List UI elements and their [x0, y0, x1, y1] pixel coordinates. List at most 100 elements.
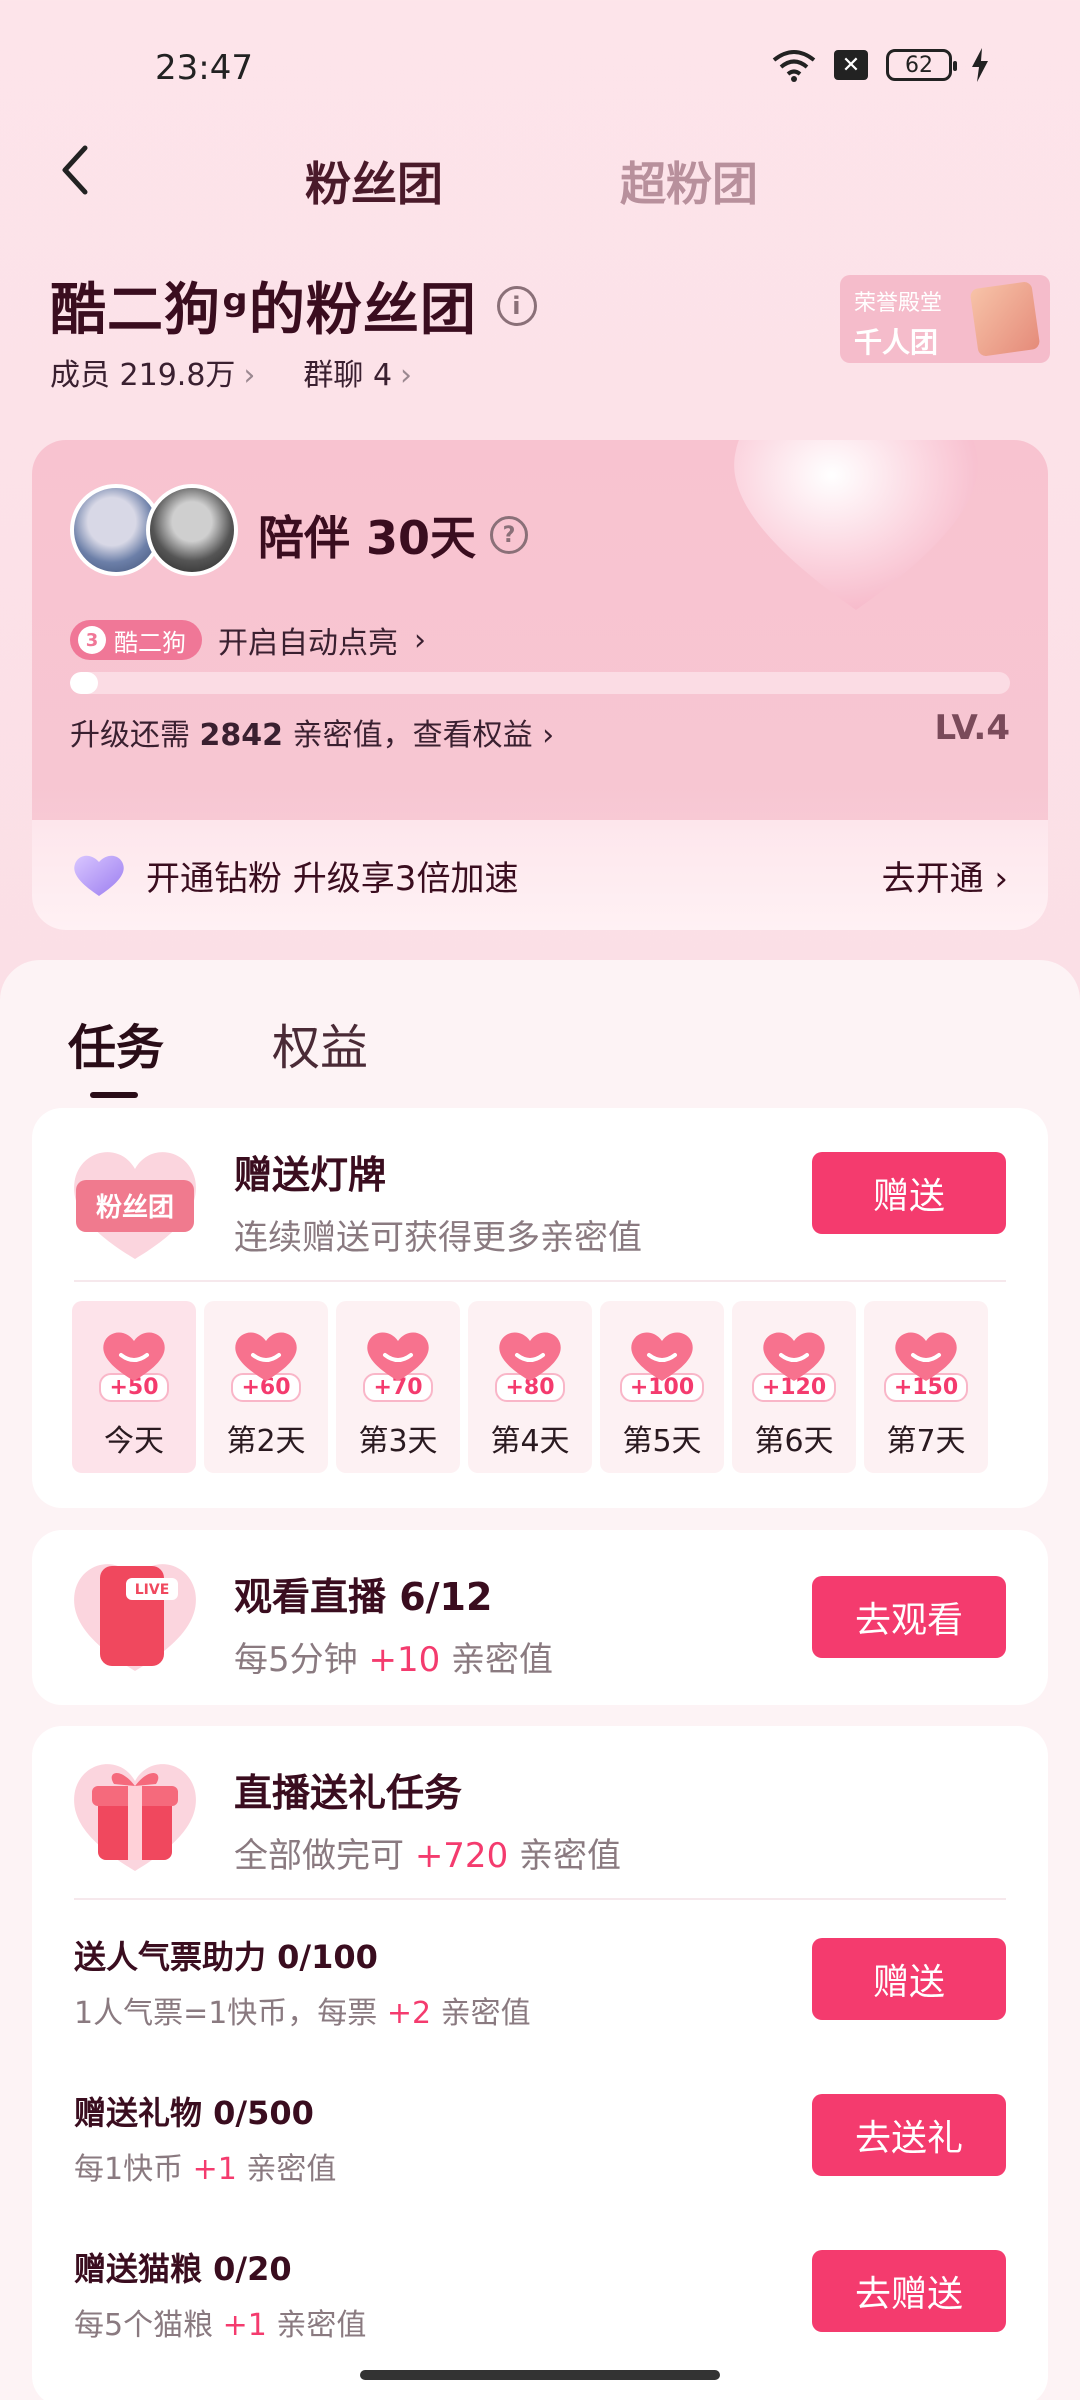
badge-text: 粉丝团	[96, 1193, 174, 1223]
level-progress-fill	[70, 672, 99, 694]
send-catfood-button[interactable]: 去赠送	[812, 2250, 1006, 2332]
chevron-right-icon: ›	[542, 718, 555, 753]
streak-day: +100 第5天	[600, 1301, 724, 1473]
divider	[74, 1280, 1006, 1282]
desc-prefix: 每5分钟	[234, 1640, 369, 1680]
task-desc: 全部做完可 +720 亲密值	[234, 1828, 621, 1877]
diamond-text: 开通钻粉 升级享3倍加速	[146, 858, 519, 899]
medal-icon	[969, 281, 1041, 357]
desc-prefix: 每5个猫粮	[74, 2308, 223, 2343]
diamond-heart-icon	[74, 855, 124, 896]
streak-day: +150 第7天	[864, 1301, 988, 1473]
auto-light-link: 开启自动点亮	[218, 626, 398, 661]
open-diamond-label: 去开通	[881, 858, 984, 899]
back-icon[interactable]	[55, 140, 95, 200]
send-gift-button[interactable]: 去送礼	[812, 2094, 1006, 2176]
desc-suffix: 亲密值	[508, 1836, 622, 1876]
heart-icon	[367, 1332, 429, 1381]
fan-group-badge-icon: 粉丝团	[74, 1152, 196, 1259]
live-badge-text: LIVE	[135, 1582, 170, 1598]
desc-suffix: 亲密值	[236, 2152, 337, 2187]
page-title: 酷二狗ᵍ的粉丝团 i	[50, 265, 537, 346]
desc-prefix: 1人气票=1快币，每票	[74, 1996, 387, 2031]
streak-day: +50 今天	[72, 1301, 196, 1473]
chevron-right-icon: ›	[414, 622, 426, 658]
desc-prefix: 全部做完可	[234, 1836, 415, 1876]
status-icons: ✕ 62	[772, 48, 990, 82]
members-link[interactable]: 成员 219.8万 ›	[50, 350, 255, 394]
desc-value: +1	[192, 2152, 237, 2187]
task-desc: 每5分钟 +10 亲密值	[234, 1632, 553, 1681]
chat-link[interactable]: 群聊 4 ›	[303, 350, 412, 394]
day-label: 第5天	[622, 1424, 702, 1459]
status-time: 23:47	[155, 48, 253, 88]
companion-days-value: 30	[366, 511, 431, 565]
tab-super-fans[interactable]: 超粉团	[620, 148, 758, 214]
streak-days: +50 今天 +60 第2天 +70 第3天 +80 第4天 +100 第5天 +120 第6天 +15…	[72, 1301, 988, 1473]
upgrade-link[interactable]: 升级还需 2842 亲密值，查看权益 ›	[70, 710, 554, 754]
subtask-desc: 每5个猫粮 +1 亲密值	[74, 2300, 366, 2344]
task-tabs: 任务 权益	[68, 1008, 368, 1098]
day-label: 第6天	[754, 1424, 834, 1459]
subtask-title: 送人气票助力 0/100	[74, 1938, 378, 1976]
desc-suffix: 亲密值	[431, 1996, 531, 2031]
honor-hall-badge[interactable]: 荣誉殿堂 千人团	[840, 275, 1050, 363]
heart-icon	[235, 1332, 297, 1381]
group-stats: 成员 219.8万 › 群聊 4 ›	[50, 350, 412, 394]
battery-icon: 62	[886, 49, 957, 81]
watch-live-button[interactable]: 去观看	[812, 1576, 1006, 1658]
send-lamp-button[interactable]: 赠送	[812, 1152, 1006, 1234]
task-title: 赠送灯牌	[234, 1153, 387, 1197]
desc-suffix: 亲密值	[266, 2308, 367, 2343]
divider	[74, 1898, 1006, 1900]
day-label: 第4天	[490, 1424, 570, 1459]
upgrade-prefix: 升级还需	[70, 718, 200, 753]
desc-value: +2	[386, 1996, 432, 2031]
fan-lamp-tag: 3 酷二狗	[70, 620, 202, 660]
subtask-desc: 1人气票=1快币，每票 +2 亲密值	[74, 1988, 531, 2032]
diamond-fan-banner[interactable]: 开通钻粉 升级享3倍加速 去开通 ›	[32, 820, 1048, 930]
streak-day: +80 第4天	[468, 1301, 592, 1473]
heart-decoration-icon	[734, 440, 978, 610]
companion-days-unit: 天	[430, 511, 477, 565]
heart-icon	[103, 1332, 165, 1381]
task-title: 观看直播 6/12	[234, 1575, 493, 1619]
avatar[interactable]	[146, 484, 238, 576]
desc-value: +1	[222, 2308, 267, 2343]
battery-level: 62	[905, 52, 933, 78]
task-send-lamp: 粉丝团 赠送灯牌 连续赠送可获得更多亲密值 赠送 +50 今天 +60 第2天 +70 第…	[32, 1108, 1048, 1508]
group-title: 酷二狗ᵍ的粉丝团	[50, 278, 477, 343]
tab-fans-group[interactable]: 粉丝团	[305, 148, 443, 214]
streak-day: +60 第2天	[204, 1301, 328, 1473]
send-vote-button[interactable]: 赠送	[812, 1938, 1006, 2020]
info-icon[interactable]: i	[496, 285, 537, 326]
day-label: 第2天	[226, 1424, 306, 1459]
members-count: 成员 219.8万	[50, 358, 236, 393]
lamp-level: 3	[78, 626, 106, 654]
day-label: 第3天	[358, 1424, 438, 1459]
home-indicator[interactable]	[360, 2370, 720, 2380]
live-phone-icon: LIVE	[74, 1564, 196, 1671]
lamp-row[interactable]: 3 酷二狗 开启自动点亮 ›	[70, 618, 426, 662]
subtask-desc: 每1快币 +1 亲密值	[74, 2144, 336, 2188]
desc-value: +10	[368, 1640, 441, 1680]
open-diamond-link[interactable]: 去开通 ›	[882, 851, 1008, 900]
companion-label: 陪伴	[258, 511, 350, 565]
task-gift: 直播送礼任务 全部做完可 +720 亲密值 送人气票助力 0/100 1人气票=…	[32, 1726, 1048, 2400]
heart-icon	[895, 1332, 957, 1381]
desc-prefix: 每1快币	[74, 2152, 193, 2187]
day-label: 第7天	[886, 1424, 966, 1459]
gift-box-icon	[74, 1764, 196, 1871]
tab-rights[interactable]: 权益	[272, 1008, 368, 1078]
streak-day: +120 第6天	[732, 1301, 856, 1473]
task-watch-live: LIVE 观看直播 6/12 每5分钟 +10 亲密值 去观看	[32, 1530, 1048, 1705]
lamp-name: 酷二狗	[114, 628, 186, 657]
streak-day: +70 第3天	[336, 1301, 460, 1473]
chevron-right-icon: ›	[243, 358, 256, 393]
heart-icon	[499, 1332, 561, 1381]
subtask-title: 赠送礼物 0/500	[74, 2094, 314, 2132]
chat-count: 群聊 4	[303, 358, 393, 393]
companion-days: 陪伴 30天 ?	[258, 502, 529, 568]
help-icon[interactable]: ?	[490, 516, 529, 554]
tab-tasks[interactable]: 任务	[68, 1008, 164, 1098]
